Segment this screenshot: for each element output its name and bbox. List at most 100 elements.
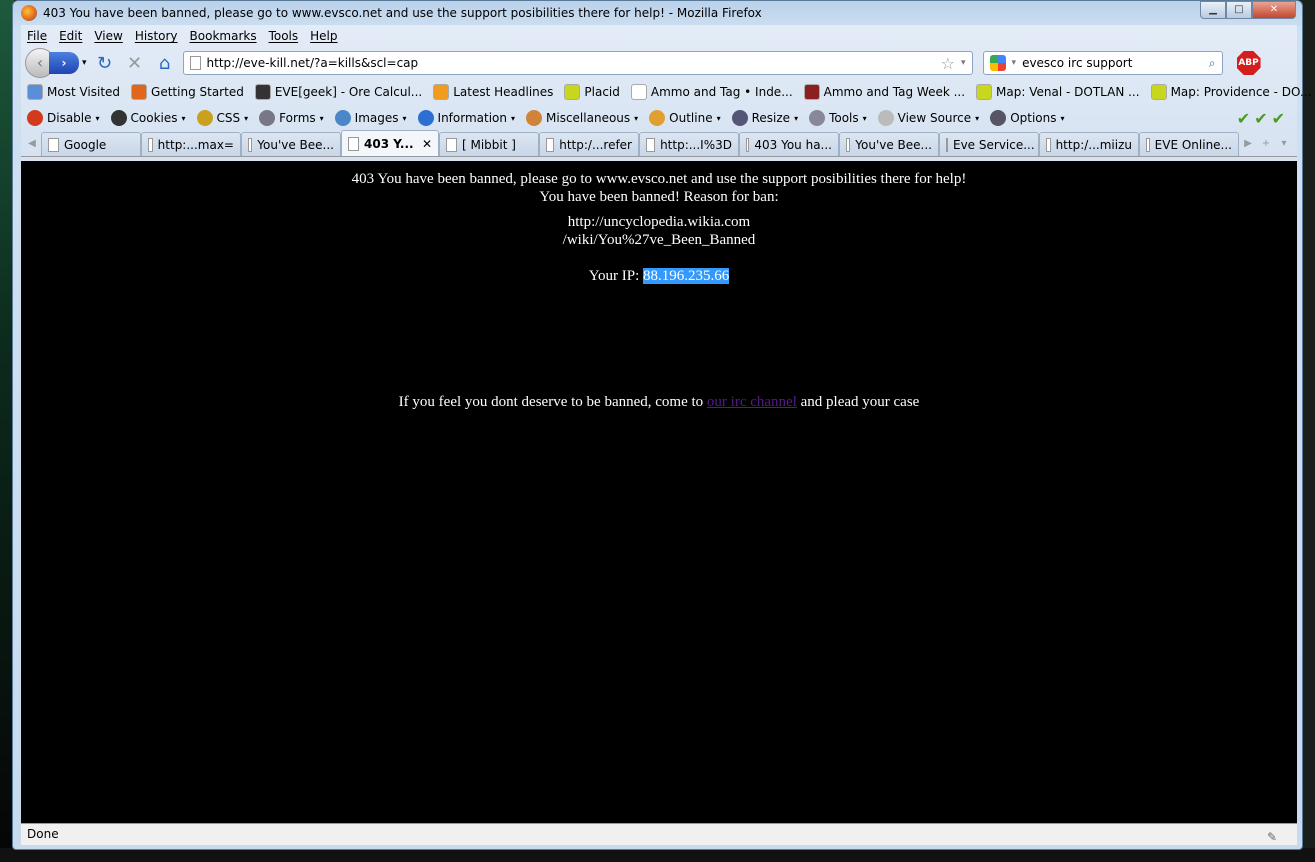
tab[interactable]: http:/...miizu: [1039, 132, 1139, 156]
dropdown-arrow-icon: ▾: [794, 113, 799, 123]
engine-dropdown-icon[interactable]: ▾: [1012, 58, 1017, 68]
menu-edit[interactable]: Edit: [59, 29, 82, 43]
devtool-menu-forms[interactable]: Forms ▾: [259, 110, 324, 126]
tab[interactable]: http:/...refer: [539, 132, 639, 156]
bookmark-item[interactable]: Latest Headlines: [433, 84, 553, 100]
bookmark-item[interactable]: Most Visited: [27, 84, 120, 100]
menu-tools[interactable]: Tools: [269, 29, 299, 43]
devtool-label: Miscellaneous: [546, 111, 631, 125]
bookmark-star-icon[interactable]: ☆: [941, 54, 955, 73]
validation-check-icons: ✔✔✔: [1236, 108, 1289, 128]
tab[interactable]: Eve Service...: [939, 132, 1039, 156]
user-icon: [110, 110, 127, 126]
dropdown-arrow-icon: ▾: [862, 113, 867, 123]
reload-icon[interactable]: ↻: [93, 53, 117, 74]
devtool-menu-resize[interactable]: Resize ▾: [731, 110, 799, 126]
url-dropdown-icon[interactable]: ▾: [961, 58, 966, 68]
bookmark-item[interactable]: Ammo and Tag Week ...: [803, 84, 966, 100]
connection-icon: ✎: [1266, 830, 1277, 844]
wand-icon: [196, 110, 213, 126]
devtool-label: Tools: [829, 111, 859, 125]
menu-bar: File Edit View History Bookmarks Tools H…: [21, 25, 1297, 47]
close-button[interactable]: ✕: [1252, 1, 1296, 19]
close-tab-icon[interactable]: ✕: [422, 137, 432, 151]
minimize-button[interactable]: ▁: [1200, 1, 1226, 19]
tab-scroll-left-icon[interactable]: ◀: [23, 132, 41, 156]
tab[interactable]: http:...I%3D: [639, 132, 739, 156]
devtool-label: Outline: [669, 111, 713, 125]
page-icon: [148, 137, 153, 152]
rss-icon: [433, 84, 450, 100]
dropdown-arrow-icon: ▾: [975, 113, 980, 123]
stop-icon[interactable]: ✕: [123, 53, 147, 74]
ip-value[interactable]: 88.196.235.66: [643, 268, 730, 284]
devtool-menu-options[interactable]: Options ▾: [990, 110, 1065, 126]
google-icon[interactable]: [989, 55, 1006, 71]
forward-button[interactable]: ›: [49, 52, 79, 74]
tab[interactable]: You've Bee...: [839, 132, 939, 156]
irc-channel-link[interactable]: our irc channel: [707, 394, 797, 410]
search-box[interactable]: ▾ evesco irc support ⌕: [982, 51, 1223, 75]
devtool-label: Cookies: [130, 111, 178, 125]
navigation-toolbar: ‹ › ▾ ↻ ✕ ⌂ http://eve-kill.net/?a=kills…: [21, 47, 1297, 79]
bookmark-label: Getting Started: [151, 85, 244, 99]
plead-text: If you feel you dont deserve to be banne…: [398, 394, 704, 410]
search-input[interactable]: evesco irc support: [1022, 56, 1203, 70]
bookmark-item[interactable]: Placid: [564, 84, 620, 100]
devtool-menu-disable[interactable]: Disable ▾: [27, 110, 100, 126]
dropdown-arrow-icon: ▾: [244, 113, 249, 123]
devtool-menu-outline[interactable]: Outline ▾: [649, 110, 721, 126]
devtool-menu-css[interactable]: CSS ▾: [196, 110, 249, 126]
uncyclopedia-icon: [248, 137, 253, 152]
home-icon[interactable]: ⌂: [153, 53, 177, 74]
options-icon: [990, 110, 1007, 126]
tab[interactable]: 403 You ha...: [739, 132, 839, 156]
bookmark-item[interactable]: Map: Venal - DOTLAN ...: [976, 84, 1140, 100]
web-developer-toolbar: Disable ▾ Cookies ▾ CSS ▾ Forms ▾ Images ▾ Informa…: [21, 105, 1297, 131]
bookmark-item[interactable]: Getting Started: [131, 84, 244, 100]
menu-lines-icon: [254, 84, 271, 100]
menu-lines-icon: [1146, 137, 1150, 152]
menu-bookmarks[interactable]: Bookmarks: [190, 29, 257, 43]
devtool-menu-information[interactable]: Information ▾: [417, 110, 515, 126]
devtool-menu-miscellaneous[interactable]: Miscellaneous ▾: [526, 110, 638, 126]
bookmark-item[interactable]: Ammo and Tag • Inde...: [630, 84, 793, 100]
tab-scroll-right-icon[interactable]: ▶: [1239, 132, 1257, 156]
dropdown-arrow-icon: ▾: [402, 113, 407, 123]
tab-bar: ◀ Google http:...max= You've Bee... 403 Y..…: [21, 130, 1297, 157]
menu-history[interactable]: History: [135, 29, 178, 43]
title-bar[interactable]: 403 You have been banned, please go to w…: [13, 1, 1302, 25]
devtool-menu-cookies[interactable]: Cookies ▾: [110, 110, 186, 126]
tab[interactable]: Google: [41, 132, 141, 156]
tab[interactable]: EVE Online...: [1139, 132, 1239, 156]
devtool-menu-view-source[interactable]: View Source ▾: [877, 110, 980, 126]
page-icon: [646, 137, 656, 152]
tab[interactable]: 403 Y... ✕: [341, 130, 439, 156]
devtool-label: Disable: [47, 111, 92, 125]
menu-view[interactable]: View: [94, 29, 122, 43]
uncyclopedia-icon: [846, 137, 851, 152]
tab-label: You've Bee...: [257, 137, 334, 152]
page-icon: [1046, 137, 1051, 152]
url-input[interactable]: http://eve-kill.net/?a=kills&scl=cap: [207, 56, 935, 70]
devtool-menu-tools[interactable]: Tools ▾: [809, 110, 867, 126]
tab-list-icon[interactable]: ▾: [1275, 132, 1293, 156]
history-dropdown-icon[interactable]: ▾: [82, 58, 87, 68]
tab[interactable]: You've Bee...: [241, 132, 341, 156]
menu-help[interactable]: Help: [310, 29, 337, 43]
tab-label: 403 You ha...: [754, 137, 832, 152]
tab[interactable]: http:...max=: [141, 132, 241, 156]
menu-file[interactable]: File: [27, 29, 47, 43]
devtool-menu-images[interactable]: Images ▾: [334, 110, 407, 126]
url-bar[interactable]: http://eve-kill.net/?a=kills&scl=cap ☆ ▾: [182, 51, 973, 75]
new-tab-icon[interactable]: +: [1257, 132, 1275, 156]
bookmark-label: Ammo and Tag Week ...: [823, 85, 966, 99]
maximize-button[interactable]: □: [1226, 1, 1252, 19]
adblock-plus-icon[interactable]: ABP: [1236, 51, 1261, 75]
bookmark-item[interactable]: EVE[geek] - Ore Calcul...: [254, 84, 422, 100]
tab-label: http:/...refer: [559, 137, 632, 152]
bookmark-label: Placid: [584, 85, 620, 99]
tab[interactable]: [ Mibbit ]: [439, 132, 539, 156]
bookmark-item[interactable]: Map: Providence - DO...: [1150, 84, 1311, 100]
search-icon[interactable]: ⌕: [1209, 56, 1216, 71]
